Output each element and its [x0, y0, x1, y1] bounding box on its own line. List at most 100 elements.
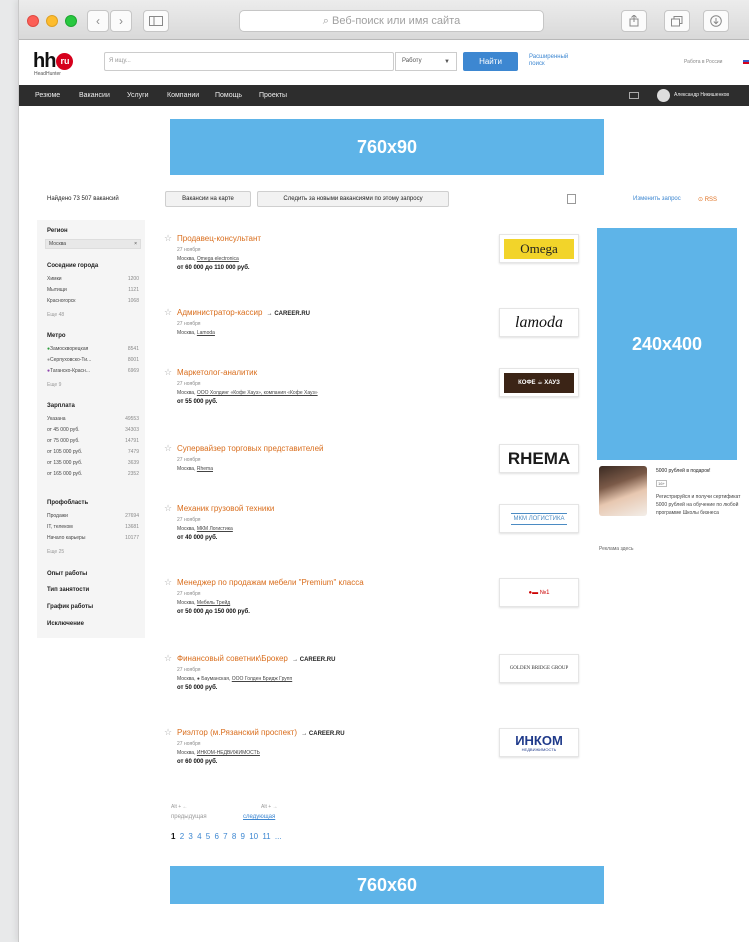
- filter-item[interactable]: от 135 000 руб. 3639: [47, 460, 139, 466]
- metro-more-link[interactable]: Еще 9: [47, 382, 61, 388]
- page-link[interactable]: 7: [223, 832, 227, 841]
- promo-text[interactable]: Регистрируйся и получи сертификат 5000 р…: [656, 493, 749, 517]
- follow-button[interactable]: Следить за новыми вакансиями по этому за…: [257, 191, 449, 207]
- back-button[interactable]: ‹: [87, 10, 109, 32]
- tabs-button[interactable]: [664, 10, 690, 32]
- close-window-button[interactable]: [27, 15, 39, 27]
- star-icon[interactable]: ☆: [164, 444, 172, 453]
- vacancy-title[interactable]: Финансовый советник\Брокер → CAREER.RU: [177, 654, 335, 663]
- filter-item[interactable]: ●Серпуховско-Ти... 8001: [47, 357, 139, 363]
- downloads-button[interactable]: [703, 10, 729, 32]
- map-button[interactable]: Вакансии на карте: [165, 191, 251, 207]
- page-link[interactable]: 11: [262, 832, 270, 841]
- ad-here-link[interactable]: Реклама здесь: [599, 546, 633, 552]
- minimize-window-button[interactable]: [46, 15, 58, 27]
- work-in-russia-link[interactable]: Работа в России: [684, 59, 722, 65]
- avatar[interactable]: [657, 89, 670, 102]
- filter-item[interactable]: Красногорск 1068: [47, 298, 139, 304]
- page-link[interactable]: 8: [232, 832, 236, 841]
- schedule-filter[interactable]: График работы: [47, 604, 93, 610]
- vacancy-title[interactable]: Супервайзер торговых представителей: [177, 444, 323, 453]
- share-button[interactable]: [621, 10, 647, 32]
- company-logo[interactable]: lamoda: [499, 308, 579, 337]
- right-banner[interactable]: 240x400: [597, 228, 737, 460]
- page-link[interactable]: 9: [241, 832, 245, 841]
- star-icon[interactable]: ☆: [164, 654, 172, 663]
- advanced-search-link[interactable]: Расширенный поиск: [529, 54, 577, 68]
- rss-link[interactable]: ⊙ RSS: [698, 196, 717, 203]
- user-name[interactable]: Александр Никишенков: [674, 85, 729, 106]
- flag-icon[interactable]: [743, 58, 749, 64]
- company-logo[interactable]: МКМ ЛОГИСТИКА: [499, 504, 579, 533]
- page-link[interactable]: 6: [214, 832, 218, 841]
- vacancy-title[interactable]: Маркетолог-аналитик: [177, 368, 257, 377]
- company-logo[interactable]: GOLDEN BRIDGE GROUP: [499, 654, 579, 683]
- star-icon[interactable]: ☆: [164, 504, 172, 513]
- company-logo[interactable]: ●▬ №1: [499, 578, 579, 607]
- nav-item-projects[interactable]: Проекты: [259, 85, 287, 106]
- bottom-banner[interactable]: 760x60: [170, 866, 604, 904]
- filter-item[interactable]: Мытищи 1121: [47, 287, 139, 293]
- address-bar[interactable]: ⌕ Веб-поиск или имя сайта: [239, 10, 544, 32]
- search-type-select[interactable]: Работу ▼: [395, 52, 457, 71]
- filter-item[interactable]: от 165 000 руб. 2352: [47, 471, 139, 477]
- promo-title[interactable]: 5000 рублей в подарок!: [656, 468, 711, 474]
- company-logo[interactable]: Omega: [499, 234, 579, 263]
- company-logo[interactable]: RHEMA: [499, 444, 579, 473]
- employment-filter[interactable]: Тип занятости: [47, 587, 89, 593]
- page-link[interactable]: 5: [206, 832, 210, 841]
- filter-item[interactable]: от 75 000 руб. 14791: [47, 438, 139, 444]
- vacancy-title[interactable]: Механик грузовой техники: [177, 504, 274, 513]
- nearby-more-link[interactable]: Еще 48: [47, 312, 64, 318]
- zoom-window-button[interactable]: [65, 15, 77, 27]
- filter-item[interactable]: Химки 1200: [47, 276, 139, 282]
- region-select[interactable]: Москва ×: [45, 239, 141, 249]
- clear-icon[interactable]: ×: [134, 241, 137, 247]
- prof-more-link[interactable]: Еще 25: [47, 549, 64, 555]
- print-icon[interactable]: [567, 194, 576, 204]
- mail-icon[interactable]: [629, 92, 639, 99]
- page-link[interactable]: 4: [197, 832, 201, 841]
- filter-item[interactable]: от 105 000 руб. 7479: [47, 449, 139, 455]
- company-link[interactable]: Мебель Трейд: [197, 600, 230, 606]
- top-banner[interactable]: 760x90: [170, 119, 604, 175]
- vacancy-title[interactable]: Риэлтор (м.Рязанский проспект) → CAREER.…: [177, 728, 345, 737]
- nav-item-help[interactable]: Помощь: [215, 85, 242, 106]
- vacancy-title[interactable]: Менеджер по продажам мебели "Premium" кл…: [177, 578, 364, 587]
- star-icon[interactable]: ☆: [164, 234, 172, 243]
- hh-logo[interactable]: hh ru: [33, 50, 74, 73]
- company-link[interactable]: ООО Голден Бридж Групп: [232, 676, 292, 682]
- vacancy-title[interactable]: Продавец-консультант: [177, 234, 261, 243]
- nav-item-companies[interactable]: Компании: [167, 85, 199, 106]
- nav-item-vacancies[interactable]: Вакансии: [79, 85, 110, 106]
- company-link[interactable]: МКМ Логистика: [197, 526, 233, 532]
- find-button[interactable]: Найти: [463, 52, 518, 71]
- exclusion-filter[interactable]: Исключение: [47, 621, 84, 627]
- page-link[interactable]: 2: [180, 832, 184, 841]
- sidebar-toggle-button[interactable]: [143, 10, 169, 32]
- pager-next-link[interactable]: следующая: [243, 814, 275, 820]
- filter-item[interactable]: от 45 000 руб. 34303: [47, 427, 139, 433]
- star-icon[interactable]: ☆: [164, 308, 172, 317]
- forward-button[interactable]: ›: [110, 10, 132, 32]
- star-icon[interactable]: ☆: [164, 368, 172, 377]
- filter-item[interactable]: ●Таганско-Красн... 6969: [47, 368, 139, 374]
- filter-item[interactable]: IT, телеком 13681: [47, 524, 139, 530]
- nav-item-services[interactable]: Услуги: [127, 85, 149, 106]
- page-link[interactable]: 3: [188, 832, 192, 841]
- filter-item[interactable]: Начало карьеры 10177: [47, 535, 139, 541]
- page-link[interactable]: 10: [249, 832, 258, 841]
- nav-item-resume[interactable]: Резюме: [35, 85, 60, 106]
- vacancy-title[interactable]: Администратор-кассир → CAREER.RU: [177, 308, 310, 317]
- change-request-link[interactable]: Изменить запрос: [633, 196, 681, 202]
- experience-filter[interactable]: Опыт работы: [47, 571, 87, 577]
- filter-item[interactable]: Продажи 27694: [47, 513, 139, 519]
- company-link[interactable]: Lamoda: [197, 330, 215, 336]
- search-input[interactable]: Я ищу...: [104, 52, 394, 71]
- company-link[interactable]: ИНКОМ-НЕДВИЖИМОСТЬ: [197, 750, 260, 756]
- filter-item[interactable]: Указана 49553: [47, 416, 139, 422]
- star-icon[interactable]: ☆: [164, 578, 172, 587]
- page-more-link[interactable]: ...: [275, 832, 282, 841]
- company-link[interactable]: Omega electronica: [197, 256, 239, 262]
- company-link[interactable]: Rhema: [197, 466, 213, 472]
